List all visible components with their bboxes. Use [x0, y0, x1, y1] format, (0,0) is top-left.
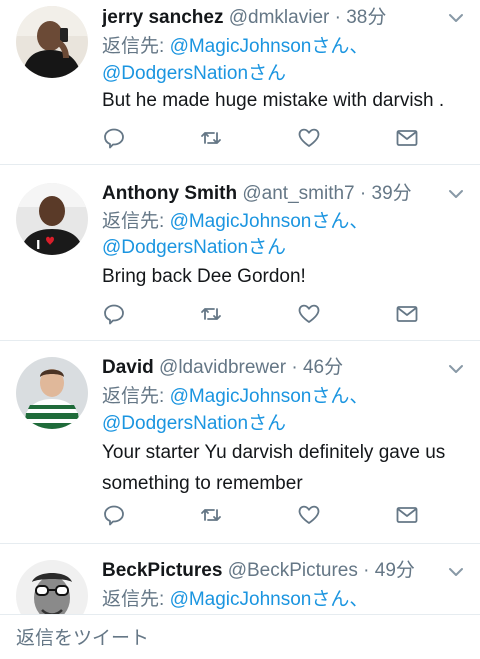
display-name[interactable]: David	[102, 357, 154, 378]
mention-suffix: さん	[311, 386, 350, 407]
tweet-actions	[102, 126, 422, 154]
chevron-down-icon[interactable]	[446, 184, 466, 204]
chevron-down-icon[interactable]	[446, 8, 466, 28]
tweet[interactable]: BeckPictures @BeckPictures · 49分 返信先: @M…	[0, 544, 480, 614]
avatar[interactable]	[16, 357, 88, 429]
timestamp[interactable]: 38分	[346, 7, 386, 28]
reply-compose-bar[interactable]: 返信をツイート	[0, 614, 480, 659]
tweet-header: jerry sanchez @dmklavier · 38分	[102, 4, 440, 32]
replying-to: 返信先: @MagicJohnsonさん、	[102, 586, 466, 613]
chevron-down-icon[interactable]	[446, 359, 466, 379]
timestamp[interactable]: 49分	[375, 560, 415, 581]
mention-link[interactable]: @DodgersNation	[102, 413, 248, 434]
tweet-actions	[102, 503, 422, 531]
mention-suffix: さん	[311, 36, 350, 57]
mention-link[interactable]: @DodgersNation	[102, 63, 248, 84]
timestamp[interactable]: 39分	[372, 183, 412, 204]
handle[interactable]: @ant_smith7	[242, 183, 354, 204]
separator: ·	[363, 560, 370, 581]
reply-prefix: 返信先:	[102, 211, 170, 232]
tweet-header: BeckPictures @BeckPictures · 49分	[102, 557, 440, 585]
mention-suffix: さん	[311, 589, 350, 610]
replying-to-continued: @DodgersNationさん	[102, 410, 466, 437]
tweet-text: But he made huge mistake with darvish .	[102, 90, 445, 111]
tweet[interactable]: jerry sanchez @dmklavier · 38分 返信先: @Mag…	[0, 0, 480, 165]
retweet-icon[interactable]	[199, 126, 223, 150]
tweet-header: Anthony Smith @ant_smith7 · 39分	[102, 180, 440, 208]
reply-prefix: 返信先:	[102, 386, 170, 407]
envelope-icon[interactable]	[395, 302, 419, 326]
retweet-icon[interactable]	[199, 503, 223, 527]
tweet-actions	[102, 302, 422, 330]
timestamp[interactable]: 46分	[303, 357, 343, 378]
replying-to: 返信先: @MagicJohnsonさん、	[102, 33, 466, 60]
replying-to: 返信先: @MagicJohnsonさん、	[102, 383, 466, 410]
replying-to-continued: @DodgersNationさん	[102, 234, 466, 261]
heart-icon[interactable]	[297, 302, 321, 326]
separator: ·	[359, 183, 367, 204]
tweet[interactable]: I Anthony Smith @ant_smith7 · 39分 返信先: @…	[0, 165, 480, 341]
reply-icon[interactable]	[102, 126, 126, 150]
separator: ·	[334, 7, 341, 28]
mention-comma: 、	[349, 589, 369, 610]
tweet-text: Bring back Dee Gordon!	[102, 266, 306, 287]
mention-suffix: さん	[311, 211, 350, 232]
tweet[interactable]: David @ldavidbrewer · 46分 返信先: @MagicJoh…	[0, 341, 480, 544]
handle[interactable]: @ldavidbrewer	[159, 357, 286, 378]
display-name[interactable]: jerry sanchez	[102, 7, 223, 28]
reply-prefix: 返信先:	[102, 589, 170, 610]
mention-comma: 、	[349, 36, 369, 57]
compose-placeholder[interactable]: 返信をツイート	[16, 628, 149, 650]
avatar[interactable]	[16, 560, 88, 614]
tweet-text: Your starter Yu darvish definitely gave …	[102, 442, 446, 494]
reply-icon[interactable]	[102, 302, 126, 326]
display-name[interactable]: Anthony Smith	[102, 183, 237, 204]
mention-link[interactable]: @DodgersNation	[102, 237, 248, 258]
retweet-icon[interactable]	[199, 302, 223, 326]
reply-icon[interactable]	[102, 503, 126, 527]
chevron-down-icon[interactable]	[446, 562, 466, 582]
replying-to: 返信先: @MagicJohnsonさん、	[102, 208, 466, 235]
display-name[interactable]: BeckPictures	[102, 560, 222, 581]
heart-icon[interactable]	[297, 126, 321, 150]
mention-link[interactable]: @MagicJohnson	[170, 589, 312, 610]
envelope-icon[interactable]	[395, 503, 419, 527]
mention-comma: 、	[349, 386, 369, 407]
mention-link[interactable]: @MagicJohnson	[170, 211, 312, 232]
mention-link[interactable]: @MagicJohnson	[170, 36, 312, 57]
mention-comma: 、	[349, 211, 369, 232]
svg-text:I: I	[36, 238, 40, 252]
avatar[interactable]	[16, 6, 88, 78]
reply-prefix: 返信先:	[102, 36, 170, 57]
envelope-icon[interactable]	[395, 126, 419, 150]
replying-to-continued: @DodgersNationさん	[102, 60, 466, 87]
mention-suffix: さん	[248, 63, 287, 84]
avatar[interactable]: I	[16, 183, 88, 255]
separator: ·	[291, 357, 298, 378]
handle[interactable]: @dmklavier	[229, 7, 330, 28]
handle[interactable]: @BeckPictures	[228, 560, 358, 581]
tweet-header: David @ldavidbrewer · 46分	[102, 354, 440, 382]
mention-suffix: さん	[248, 413, 287, 434]
mention-link[interactable]: @MagicJohnson	[170, 386, 312, 407]
heart-icon[interactable]	[297, 503, 321, 527]
mention-suffix: さん	[248, 237, 287, 258]
tweet-feed: jerry sanchez @dmklavier · 38分 返信先: @Mag…	[0, 0, 480, 614]
